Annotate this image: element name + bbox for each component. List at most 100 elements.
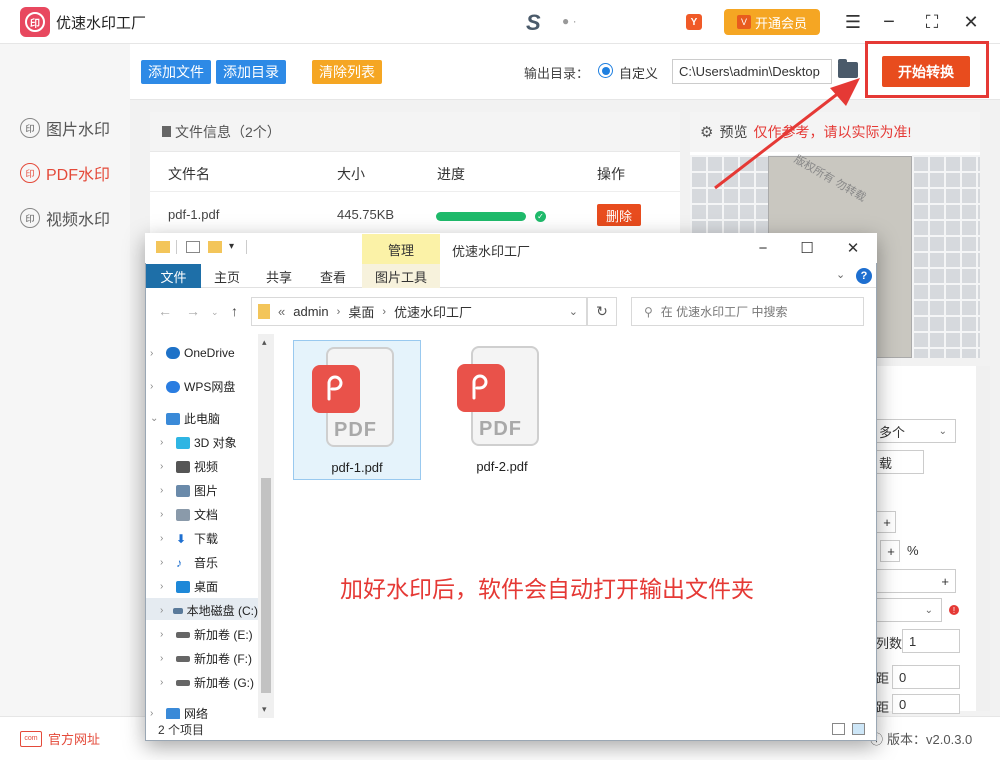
file-item-pdf-1[interactable]: PDF pdf-1.pdf bbox=[293, 340, 421, 480]
new-folder-icon[interactable] bbox=[208, 241, 222, 253]
menu-icon[interactable]: ☰ bbox=[842, 11, 864, 33]
cube-icon bbox=[176, 436, 190, 449]
spacing-field[interactable]: 0 bbox=[892, 665, 960, 689]
separator bbox=[176, 240, 177, 254]
tab-home[interactable]: 主页 bbox=[206, 264, 248, 288]
vip-button[interactable]: V 开通会员 bbox=[724, 9, 820, 35]
plus-icon[interactable]: + bbox=[880, 540, 900, 562]
close-icon[interactable]: ✕ bbox=[838, 238, 868, 258]
multi-select[interactable]: 多个 ⌄ bbox=[876, 419, 956, 443]
film-icon bbox=[176, 460, 190, 473]
minimize-icon[interactable]: − bbox=[878, 11, 900, 33]
sidebar-item-pdf-watermark[interactable]: 印 PDF水印 bbox=[20, 161, 110, 185]
tree-item-drive-c[interactable]: › 本地磁盘 (C:) bbox=[160, 602, 258, 619]
minimize-icon[interactable]: − bbox=[748, 238, 778, 258]
refresh-icon[interactable]: ↻ bbox=[587, 297, 617, 326]
plus-icon[interactable]: + bbox=[876, 511, 896, 533]
qat-dropdown-icon[interactable]: ▾ bbox=[229, 241, 234, 252]
tree-item-video[interactable]: › 视频 bbox=[160, 458, 218, 475]
tab-view[interactable]: 查看 bbox=[312, 264, 354, 288]
forward-icon[interactable]: → bbox=[186, 303, 200, 319]
sidebar-item-label: PDF水印 bbox=[46, 167, 111, 184]
col-size: 大小 bbox=[337, 166, 365, 182]
drive-icon bbox=[172, 607, 183, 614]
tree-item-onedrive[interactable]: › OneDrive bbox=[150, 346, 235, 360]
chevron-down-icon[interactable]: ⌄ bbox=[836, 268, 845, 281]
tab-file[interactable]: 文件 bbox=[146, 264, 201, 288]
maximize-icon[interactable]: ☐ bbox=[792, 238, 822, 258]
file-item-pdf-2[interactable]: PDF pdf-2.pdf bbox=[438, 340, 566, 480]
manage-tab[interactable]: 管理 bbox=[362, 234, 440, 264]
tree-item-wps[interactable]: › WPS网盘 bbox=[150, 378, 235, 395]
tree-item-drive-e[interactable]: › 新加卷 (E:) bbox=[160, 626, 258, 643]
row-file-name: pdf-1.pdf bbox=[168, 207, 220, 222]
scroll-down-icon[interactable]: ▾ bbox=[262, 704, 267, 715]
custom-radio[interactable] bbox=[598, 63, 613, 78]
explorer-ribbon bbox=[146, 264, 876, 288]
chevron-right-icon: › bbox=[160, 629, 164, 640]
tree-item-music[interactable]: › ♪ 音乐 bbox=[160, 554, 218, 571]
close-icon[interactable]: ✕ bbox=[960, 11, 982, 33]
breadcrumb-desktop[interactable]: 桌面 bbox=[348, 302, 374, 321]
tree-item-documents[interactable]: › 文档 bbox=[160, 506, 218, 523]
number-field[interactable]: + bbox=[876, 569, 956, 593]
sidebar-item-video-watermark[interactable]: 印视频水印 bbox=[20, 206, 110, 230]
cloud-icon bbox=[166, 380, 180, 393]
spacing-field[interactable]: 0 bbox=[892, 694, 960, 714]
tree-item-this-pc[interactable]: ⌄ 此电脑 bbox=[150, 410, 220, 427]
scroll-up-icon[interactable]: ▴ bbox=[262, 337, 267, 348]
network-icon bbox=[166, 707, 180, 720]
website-link[interactable]: com 官方网址 bbox=[20, 729, 100, 748]
nav-scroll-thumb[interactable] bbox=[261, 478, 271, 693]
details-view-icon[interactable] bbox=[832, 723, 845, 735]
tree-label: 桌面 bbox=[194, 580, 219, 594]
watermark-icon: 印 bbox=[20, 163, 40, 183]
delete-button[interactable]: 删除 bbox=[597, 204, 641, 226]
highlight-box bbox=[865, 41, 989, 98]
settings-scrollbar[interactable] bbox=[976, 366, 990, 711]
breadcrumb-current[interactable]: 优速水印工厂 bbox=[394, 302, 472, 321]
properties-icon[interactable] bbox=[186, 241, 200, 253]
tree-item-downloads[interactable]: › ⬇ 下载 bbox=[160, 530, 218, 547]
tree-label: 3D 对象 bbox=[194, 436, 237, 450]
add-folder-button[interactable]: 添加目录 bbox=[216, 60, 286, 84]
tree-item-drive-g[interactable]: › 新加卷 (G:) bbox=[160, 674, 258, 691]
maximize-icon[interactable]: ⛶ bbox=[921, 11, 943, 33]
pdf-file-icon: PDF bbox=[312, 347, 402, 452]
chevron-right-icon: › bbox=[160, 605, 164, 616]
large-icons-view-icon[interactable] bbox=[852, 723, 865, 735]
sidebar-item-image-watermark[interactable]: 印图片水印 bbox=[20, 116, 110, 140]
search-box[interactable]: ⚲ 在 优速水印工厂 中搜索 bbox=[631, 297, 864, 326]
tree-item-drive-f[interactable]: › 新加卷 (F:) bbox=[160, 650, 258, 667]
recent-chevron-icon[interactable]: ⌄ bbox=[211, 307, 219, 318]
tree-item-3d[interactable]: › 3D 对象 bbox=[160, 434, 237, 451]
chevron-down-icon: ⌄ bbox=[924, 604, 933, 616]
picture-icon bbox=[176, 484, 190, 497]
font-select[interactable]: ⌄ bbox=[876, 598, 942, 622]
file-name: pdf-1.pdf bbox=[331, 460, 383, 475]
text-field[interactable]: 载 bbox=[876, 450, 924, 474]
clear-list-button[interactable]: 清除列表 bbox=[312, 60, 382, 84]
back-icon[interactable]: ← bbox=[158, 303, 172, 319]
y-badge-icon[interactable]: Y bbox=[686, 14, 702, 30]
address-bar[interactable]: « admin › 桌面 › 优速水印工厂 ⌄ bbox=[251, 297, 587, 326]
annotation-caption: 加好水印后，软件会自动打开输出文件夹 bbox=[340, 576, 754, 602]
tab-picture-tools[interactable]: 图片工具 bbox=[362, 264, 440, 288]
tab-share[interactable]: 共享 bbox=[258, 264, 300, 288]
search-icon: ⚲ bbox=[644, 304, 653, 319]
chevron-right-icon: › bbox=[160, 461, 164, 472]
spacing-value: 0 bbox=[899, 696, 907, 712]
up-icon[interactable]: ↑ bbox=[231, 303, 238, 319]
columns-field[interactable]: 1 bbox=[902, 629, 960, 653]
add-file-button[interactable]: 添加文件 bbox=[141, 60, 211, 84]
drive-icon bbox=[176, 631, 190, 638]
chevron-down-icon[interactable]: ⌄ bbox=[569, 305, 578, 318]
tree-item-pictures[interactable]: › 图片 bbox=[160, 482, 218, 499]
breadcrumb-admin[interactable]: admin bbox=[293, 304, 328, 319]
music-icon: ♪ bbox=[176, 555, 182, 570]
chevron-right-icon: › bbox=[160, 581, 164, 592]
help-icon[interactable]: ? bbox=[856, 268, 872, 284]
tree-item-desktop[interactable]: › 桌面 bbox=[160, 578, 218, 595]
website-label: 官方网址 bbox=[48, 732, 101, 747]
chevron-right-icon: › bbox=[160, 437, 164, 448]
